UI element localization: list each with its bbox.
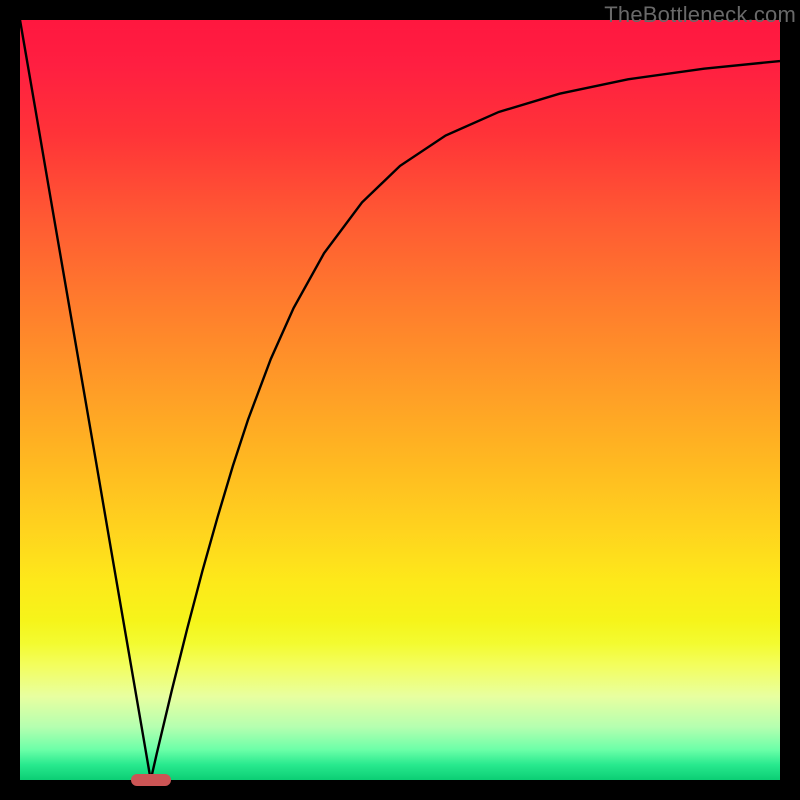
curve-right-branch (151, 61, 780, 780)
curve-left-branch (20, 20, 151, 780)
watermark-text: TheBottleneck.com (604, 2, 796, 28)
chart-curves (20, 20, 780, 780)
chart-frame: TheBottleneck.com (0, 0, 800, 800)
vertex-marker (131, 774, 171, 786)
